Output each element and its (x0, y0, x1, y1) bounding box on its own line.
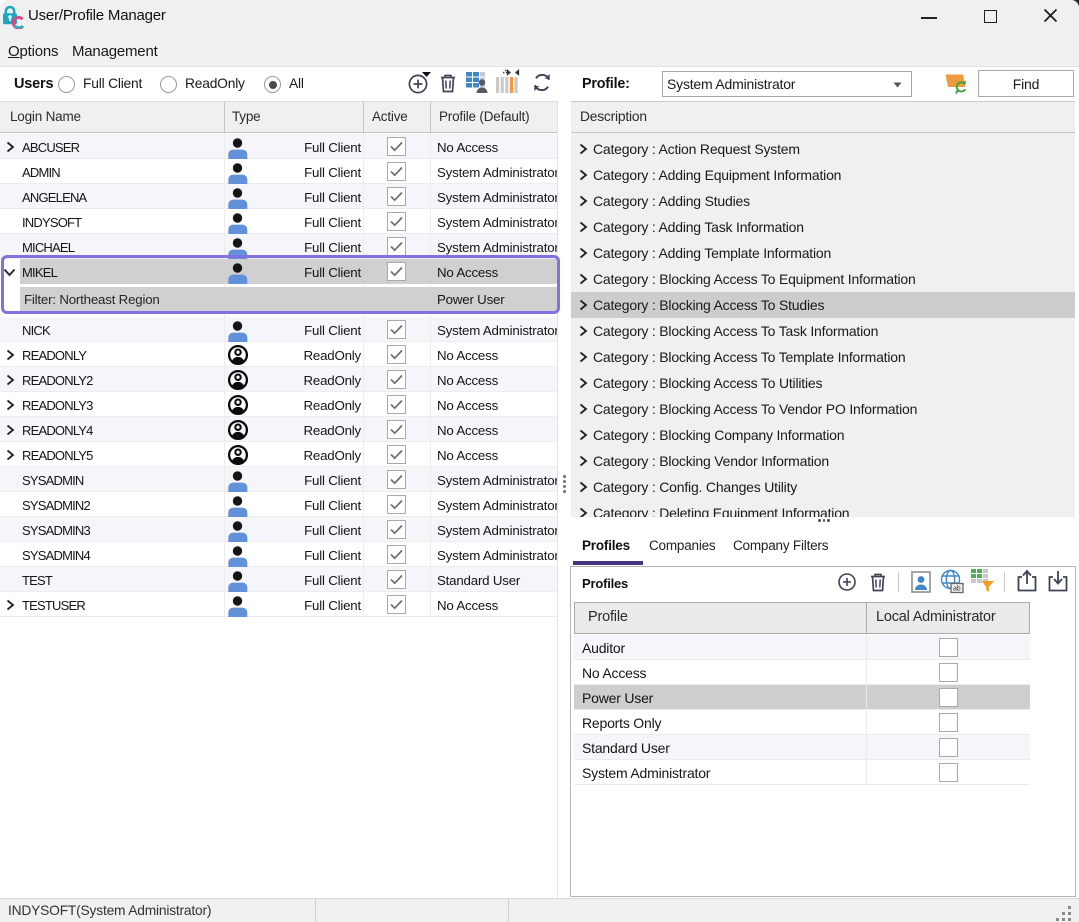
svg-text:ab: ab (953, 586, 961, 593)
